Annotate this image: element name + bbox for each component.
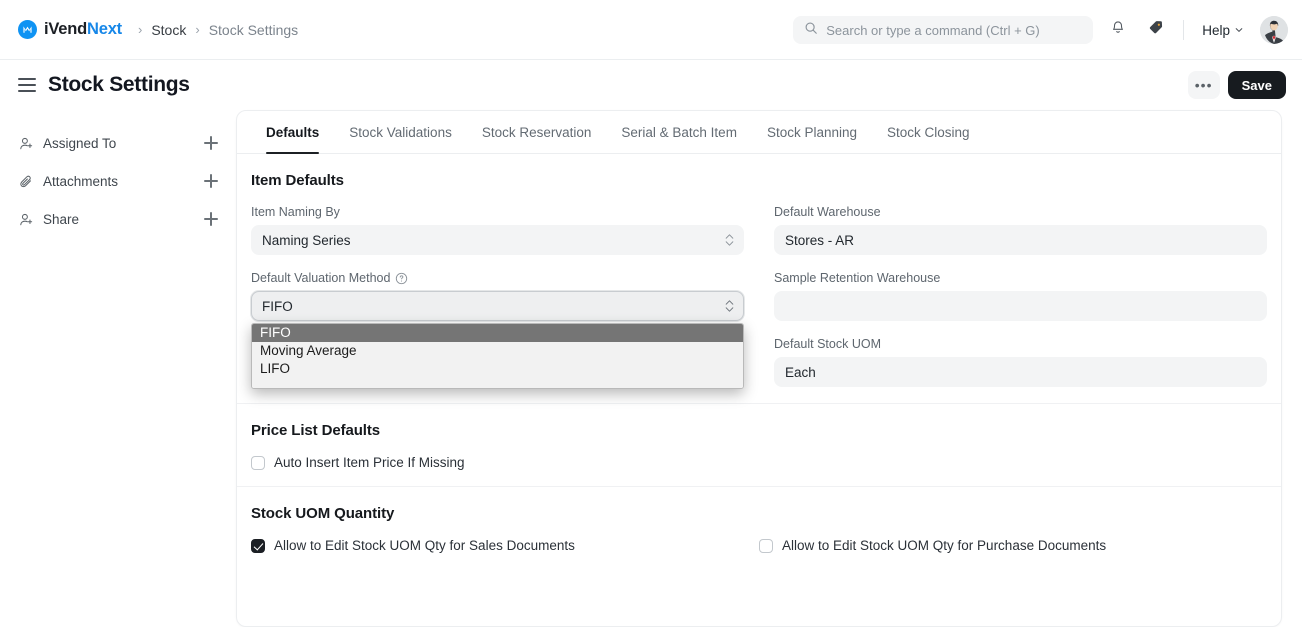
dropdown-option-moving-average[interactable]: Moving Average [252,342,743,360]
search-input[interactable] [826,22,1083,38]
section-title: Item Defaults [251,172,344,189]
breadcrumb-separator-icon: › [195,22,200,37]
add-attachment-button[interactable] [202,172,220,190]
main-content: Defaults Stock Validations Stock Reserva… [236,110,1302,627]
item-naming-by-select[interactable] [251,225,744,255]
help-menu-button[interactable]: Help [1198,20,1248,41]
default-valuation-method-select-wrap: FIFO Moving Average LIFO [251,291,744,389]
save-button[interactable]: Save [1227,71,1286,99]
search-icon [804,21,818,40]
sidebar-item-label: Assigned To [43,135,117,151]
auto-insert-item-price-label[interactable]: Auto Insert Item Price If Missing [274,455,465,470]
tab-bar: Defaults Stock Validations Stock Reserva… [237,111,1281,154]
sidebar-item-label: Share [43,211,80,227]
tab-stock-validations[interactable]: Stock Validations [334,111,467,153]
page-header: Stock Settings ••• Save [0,60,1302,110]
field-label: Sample Retention Warehouse [774,271,941,285]
sidebar-item-share[interactable]: Share [18,200,220,238]
sidebar: Assigned To Attachments Share [0,110,236,627]
edit-stock-uom-purchase-label[interactable]: Allow to Edit Stock UOM Qty for Purchase… [782,538,1106,553]
navbar-divider [1183,20,1185,40]
field-item-naming-by: Item Naming By [251,205,744,255]
default-warehouse-input[interactable] [774,225,1267,255]
navbar-actions: Help [793,0,1288,60]
auto-insert-item-price-checkbox[interactable] [251,455,265,470]
page-actions: ••• Save [1187,60,1286,110]
section-item-defaults: Item Defaults Item Naming By Naming Seri… [237,154,1281,403]
tab-defaults[interactable]: Defaults [251,111,334,154]
field-sample-retention-warehouse: Sample Retention Warehouse [774,271,1267,321]
tab-stock-reservation[interactable]: Stock Reservation [467,111,607,153]
valuation-method-dropdown: FIFO Moving Average LIFO [251,323,744,389]
brand-logo[interactable]: iVendNext [18,20,122,39]
field-label: Item Naming By [251,205,340,219]
field-default-stock-uom: Default Stock UOM [774,337,1267,387]
help-tag-button[interactable] [1143,17,1169,43]
default-stock-uom-input[interactable] [774,357,1267,387]
page-title: Stock Settings [48,73,190,96]
help-label: Help [1202,22,1230,38]
notifications-button[interactable] [1105,17,1131,43]
breadcrumb-item-stock-settings[interactable]: Stock Settings [209,22,299,38]
edit-stock-uom-purchase-checkbox[interactable] [759,538,773,553]
field-default-valuation-method: Default Valuation Method FIFO FIFO Movin… [251,271,744,389]
settings-card: Defaults Stock Validations Stock Reserva… [236,110,1282,627]
page-body: Assigned To Attachments Share Defaults S… [0,110,1302,627]
brand-name-primary: iVend [44,20,88,38]
edit-stock-uom-sales-checkbox[interactable] [251,538,265,553]
breadcrumb-separator-icon: › [137,22,143,37]
user-plus-icon [18,135,34,151]
hamburger-line [18,84,36,86]
section-price-list-defaults: Price List Defaults Auto Insert Item Pri… [237,403,1281,486]
sidebar-item-attachments[interactable]: Attachments [18,162,220,200]
item-defaults-right-column: Default Warehouse Sample Retention Wareh… [774,205,1267,387]
dropdown-padding [252,378,743,388]
brand-text: iVendNext [44,20,122,39]
tab-stock-planning[interactable]: Stock Planning [752,111,872,153]
chevron-down-icon [1234,23,1244,38]
section-title: Price List Defaults [251,422,380,439]
search-box[interactable] [793,16,1094,44]
sidebar-item-label: Attachments [43,173,119,189]
dropdown-option-fifo[interactable]: FIFO [252,324,743,342]
paperclip-icon [18,173,34,189]
user-plus-icon [18,211,34,227]
stock-uom-checkbox-grid: Allow to Edit Stock UOM Qty for Sales Do… [251,538,1267,553]
add-assigned-to-button[interactable] [202,134,220,152]
bell-icon [1110,20,1126,41]
dropdown-option-lifo[interactable]: LIFO [252,360,743,378]
top-navbar: iVendNext › Stock › Stock Settings Searc… [0,0,1302,60]
field-default-warehouse: Default Warehouse [774,205,1267,255]
field-label: Default Warehouse [774,205,881,219]
avatar[interactable] [1260,16,1288,44]
sample-retention-warehouse-input[interactable] [774,291,1267,321]
section-title: Stock UOM Quantity [251,505,395,522]
field-label: Default Valuation Method [251,271,744,285]
ivendnext-logo-icon [18,20,37,39]
tag-icon [1148,19,1165,41]
sidebar-toggle-icon[interactable] [18,78,36,92]
brand-name-secondary: Next [87,20,122,38]
sales-documents-row: Allow to Edit Stock UOM Qty for Sales Do… [251,538,759,553]
auto-insert-item-price-row: Auto Insert Item Price If Missing [251,455,1267,470]
section-stock-uom-quantity: Stock UOM Quantity Allow to Edit Stock U… [237,486,1281,569]
purchase-documents-row: Allow to Edit Stock UOM Qty for Purchase… [759,538,1267,553]
item-defaults-left-column: Item Naming By Default [251,205,744,389]
field-label-text: Default Valuation Method [251,271,391,285]
breadcrumb-item-stock[interactable]: Stock [151,22,186,38]
breadcrumb: › Stock › Stock Settings [138,22,298,38]
hamburger-line [18,90,36,92]
field-label: Default Stock UOM [774,337,881,351]
edit-stock-uom-sales-label[interactable]: Allow to Edit Stock UOM Qty for Sales Do… [274,538,575,553]
item-defaults-grid: Item Naming By Default [251,205,1267,389]
default-valuation-method-select[interactable] [251,291,744,321]
add-share-button[interactable] [202,210,220,228]
tab-stock-closing[interactable]: Stock Closing [872,111,985,153]
tab-serial-batch-item[interactable]: Serial & Batch Item [606,111,752,153]
item-naming-by-select-wrap [251,225,744,255]
help-circle-icon[interactable] [395,272,408,285]
sidebar-item-assigned-to[interactable]: Assigned To [18,124,220,162]
more-options-button[interactable]: ••• [1187,71,1220,99]
hamburger-line [18,78,36,80]
